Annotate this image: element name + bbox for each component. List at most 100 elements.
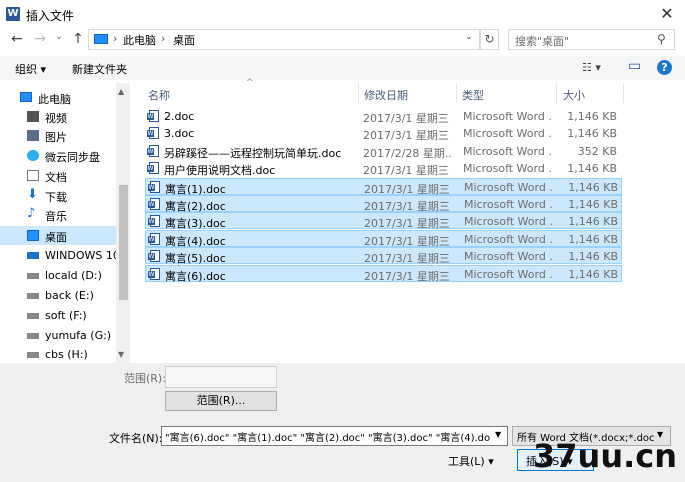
help-icon[interactable]: ? bbox=[657, 60, 672, 75]
sidebar-item-label: cbs (H:) bbox=[45, 348, 88, 361]
scroll-down-icon[interactable]: ▼ bbox=[118, 350, 124, 359]
file-row[interactable]: 寓言(4).doc2017/3/1 星期三 ...Microsoft Word … bbox=[145, 229, 622, 248]
preview-pane-icon[interactable]: ▭ bbox=[628, 58, 641, 74]
file-size: 1,146 KB bbox=[568, 180, 618, 194]
music-icon: ♪ bbox=[27, 206, 36, 221]
new-folder-button[interactable]: 新建文件夹 bbox=[72, 61, 127, 77]
sidebar-item-label: yumufa (G:) bbox=[45, 329, 112, 342]
file-size: 1,146 KB bbox=[568, 198, 618, 211]
file-row[interactable]: 寓言(3).doc2017/3/1 星期三 ...Microsoft Word … bbox=[145, 212, 622, 230]
watermark-text: 37uu.cn bbox=[533, 437, 677, 475]
back-arrow-icon[interactable]: ← bbox=[8, 30, 26, 48]
desktop-icon bbox=[27, 230, 39, 241]
file-date: 2017/3/1 星期三 ... bbox=[364, 269, 452, 283]
tools-button[interactable]: 工具(L) ▾ bbox=[448, 453, 494, 469]
file-type: Microsoft Word ... bbox=[464, 267, 554, 281]
column-header-size[interactable]: 大小 bbox=[563, 87, 585, 103]
sidebar-item-music[interactable]: ♪ 音乐 bbox=[0, 205, 116, 224]
drive-icon bbox=[27, 333, 39, 339]
file-size: 1,146 KB bbox=[567, 110, 617, 123]
search-input[interactable]: 搜索"桌面" ⚲ bbox=[508, 29, 675, 50]
pc-icon bbox=[20, 92, 32, 102]
column-divider[interactable] bbox=[358, 83, 359, 103]
forward-arrow-icon[interactable]: → bbox=[31, 30, 49, 48]
column-divider[interactable] bbox=[556, 83, 557, 103]
view-options-icon[interactable]: ☷ ▾ bbox=[582, 61, 601, 74]
sidebar-item-label: 桌面 bbox=[45, 231, 67, 244]
word-document-icon bbox=[148, 198, 160, 210]
column-divider[interactable] bbox=[623, 83, 624, 103]
file-row[interactable]: 寓言(5).doc2017/3/1 星期三 ...Microsoft Word … bbox=[145, 247, 622, 265]
sidebar-item-label: WINDOWS 10 bbox=[45, 249, 120, 262]
sidebar-item-drive-h[interactable]: cbs (H:) bbox=[0, 345, 116, 363]
column-header-date[interactable]: 修改日期 bbox=[364, 87, 408, 103]
range-input[interactable] bbox=[165, 366, 277, 388]
sidebar-item-label: 文档 bbox=[45, 171, 67, 184]
file-row[interactable]: 2.doc 2017/3/1 星期三 ... Microsoft Word ... 1… bbox=[145, 108, 622, 125]
sidebar-item-weiyun[interactable]: 微云同步盘 bbox=[0, 146, 116, 165]
sidebar-item-label: soft (F:) bbox=[45, 309, 87, 322]
file-row[interactable]: 用户使用说明文档.doc 2017/3/1 星期三 ... Microsoft Wo… bbox=[145, 160, 622, 177]
word-app-icon: W bbox=[6, 7, 20, 21]
sidebar-item-desktop[interactable]: 桌面 bbox=[0, 226, 116, 245]
sidebar-item-this-pc[interactable]: 此电脑 bbox=[0, 88, 116, 107]
address-dropdown-icon[interactable]: ⌄ bbox=[465, 32, 473, 42]
file-row[interactable]: 寓言(6).doc 2017/3/1 星期三 ... Microsoft Word … bbox=[145, 264, 622, 283]
address-bar[interactable]: › 此电脑 › 桌面 ⌄ bbox=[88, 29, 480, 50]
file-date: 2017/3/1 星期三 ... bbox=[363, 164, 451, 178]
file-name: 3.doc bbox=[164, 127, 195, 141]
filename-value: "寓言(6).doc" "寓言(1).doc" "寓言(2).doc" "寓言(… bbox=[165, 433, 490, 444]
sidebar-item-documents[interactable]: 文档 bbox=[0, 166, 116, 185]
refresh-icon[interactable]: ↻ bbox=[480, 29, 499, 50]
breadcrumb-separator: › bbox=[161, 32, 166, 45]
filename-input[interactable]: "寓言(6).doc" "寓言(1).doc" "寓言(2).doc" "寓言(… bbox=[161, 426, 508, 446]
navigation-pane: 此电脑 视频 图片 微云同步盘 文档 ⬇ 下载 ♪ 音乐 桌面 WINDOWS … bbox=[0, 83, 130, 363]
title-bar: W 插入文件 ✕ bbox=[0, 0, 685, 28]
sidebar-item-windows10[interactable]: WINDOWS 10 bbox=[0, 246, 120, 265]
search-icon: ⚲ bbox=[657, 32, 666, 46]
up-arrow-icon[interactable]: ↑ bbox=[69, 30, 87, 48]
file-row[interactable]: 寓言(2).doc2017/3/1 星期三 ...Microsoft Word … bbox=[145, 195, 622, 213]
file-type: Microsoft Word ... bbox=[464, 250, 554, 264]
breadcrumb-desktop[interactable]: 桌面 bbox=[173, 32, 195, 48]
drive-icon bbox=[27, 313, 39, 319]
picture-icon bbox=[27, 130, 39, 141]
column-divider[interactable] bbox=[456, 83, 457, 103]
column-header-name[interactable]: 名称 bbox=[148, 87, 170, 103]
file-size: 1,146 KB bbox=[568, 232, 618, 246]
file-date: 2017/2/28 星期... bbox=[363, 146, 451, 160]
drive-icon bbox=[27, 252, 39, 259]
sidebar-item-drive-g[interactable]: yumufa (G:) bbox=[0, 326, 116, 345]
chevron-down-icon[interactable]: ▼ bbox=[495, 430, 501, 439]
file-row[interactable]: 寓言(1).doc2017/3/1 星期三 ...Microsoft Word … bbox=[145, 177, 622, 196]
sidebar-item-drive-d[interactable]: locald (D:) bbox=[0, 266, 116, 285]
sidebar-item-video[interactable]: 视频 bbox=[0, 107, 116, 126]
sidebar-item-drive-f[interactable]: soft (F:) bbox=[0, 306, 116, 325]
sidebar-item-label: 下载 bbox=[45, 191, 67, 204]
breadcrumb-this-pc[interactable]: 此电脑 bbox=[123, 32, 156, 48]
file-row[interactable]: 3.doc 2017/3/1 星期三 ... Microsoft Word ... 1… bbox=[145, 125, 622, 142]
word-document-icon bbox=[147, 110, 159, 122]
filename-label: 文件名(N): bbox=[109, 432, 163, 445]
sidebar-item-label: 图片 bbox=[45, 131, 67, 144]
sidebar-item-label: 音乐 bbox=[45, 210, 67, 223]
word-document-icon bbox=[148, 267, 160, 280]
file-date: 2017/3/1 星期三 ... bbox=[363, 112, 451, 125]
close-button[interactable]: ✕ bbox=[655, 5, 679, 23]
cloud-icon bbox=[27, 150, 39, 161]
organize-button[interactable]: 组织 ▾ bbox=[15, 61, 46, 77]
sidebar-item-pictures[interactable]: 图片 bbox=[0, 126, 116, 145]
sidebar-item-drive-e[interactable]: back (E:) bbox=[0, 286, 116, 305]
range-label: 范围(R): bbox=[124, 372, 166, 385]
recent-locations-chevron-icon[interactable]: ⌄ bbox=[50, 28, 68, 46]
sidebar-scroll-thumb[interactable] bbox=[119, 185, 128, 300]
range-button[interactable]: 范围(R)... bbox=[165, 391, 277, 411]
file-size: 1,146 KB bbox=[568, 267, 618, 281]
word-document-icon bbox=[148, 250, 160, 263]
file-name: 2.doc bbox=[164, 110, 195, 123]
window-title: 插入文件 bbox=[26, 9, 75, 23]
column-header-type[interactable]: 类型 bbox=[462, 87, 484, 103]
sidebar-item-downloads[interactable]: ⬇ 下载 bbox=[0, 186, 116, 205]
file-row[interactable]: 另辟蹊径——远程控制玩简单玩.doc 2017/2/28 星期... Microso… bbox=[145, 143, 622, 160]
scroll-up-icon[interactable]: ▲ bbox=[118, 87, 124, 96]
